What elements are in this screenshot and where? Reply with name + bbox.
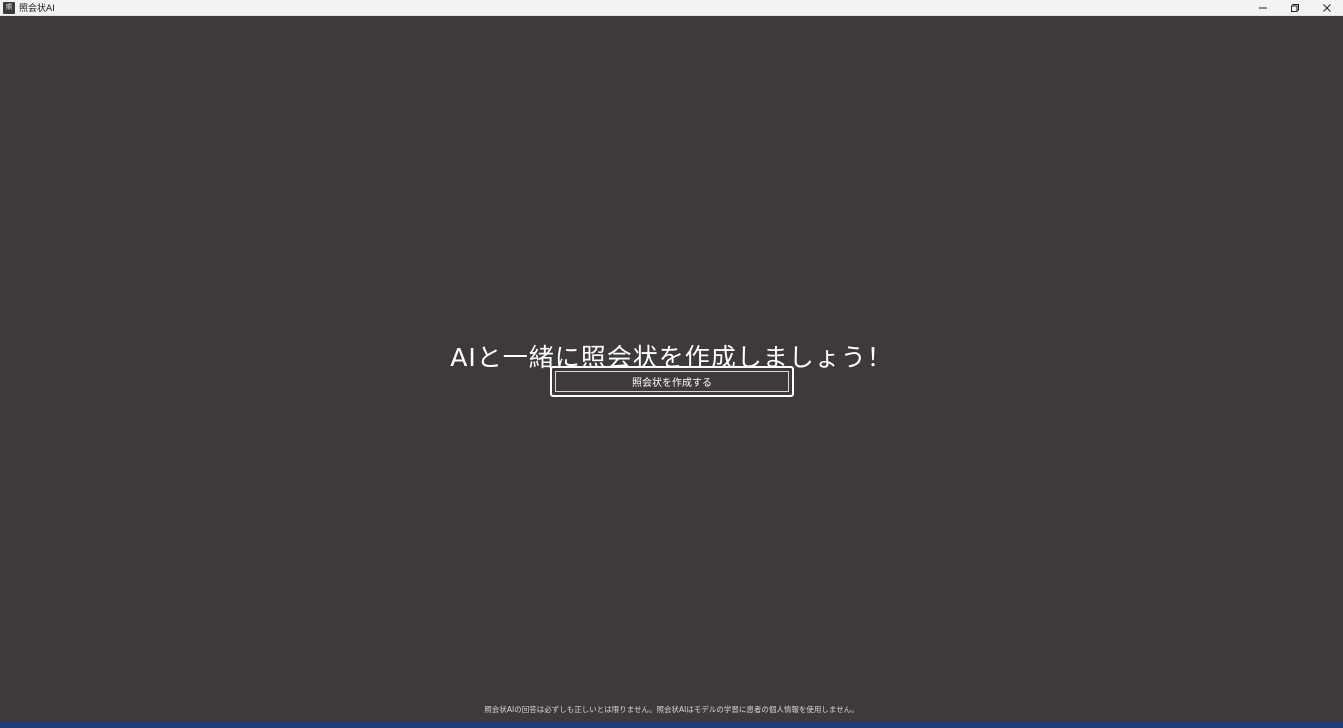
disclaimer-text: 照会状AIの回答は必ずしも正しいとは限りません。照会状AIはモデルの学習に患者の… <box>484 705 859 714</box>
minimize-icon <box>1259 7 1267 9</box>
app-icon: 照 <box>3 1 15 14</box>
window-titlebar[interactable]: 照 照会状AI <box>0 0 1343 16</box>
window-controls <box>1247 0 1343 16</box>
window-title: 照会状AI <box>19 4 55 14</box>
main-content: AIと一緒に照会状を作成しましょう！ 照会状を作成する 照会状AIの回答は必ずし… <box>0 16 1343 722</box>
close-icon <box>1323 4 1331 12</box>
restore-icon <box>1291 4 1299 12</box>
app-icon-glyph: 照 <box>5 3 12 11</box>
taskbar-edge <box>0 722 1343 728</box>
create-referral-letter-button[interactable]: 照会状を作成する <box>550 366 794 397</box>
close-button[interactable] <box>1311 0 1343 16</box>
minimize-button[interactable] <box>1247 0 1279 16</box>
restore-button[interactable] <box>1279 0 1311 16</box>
